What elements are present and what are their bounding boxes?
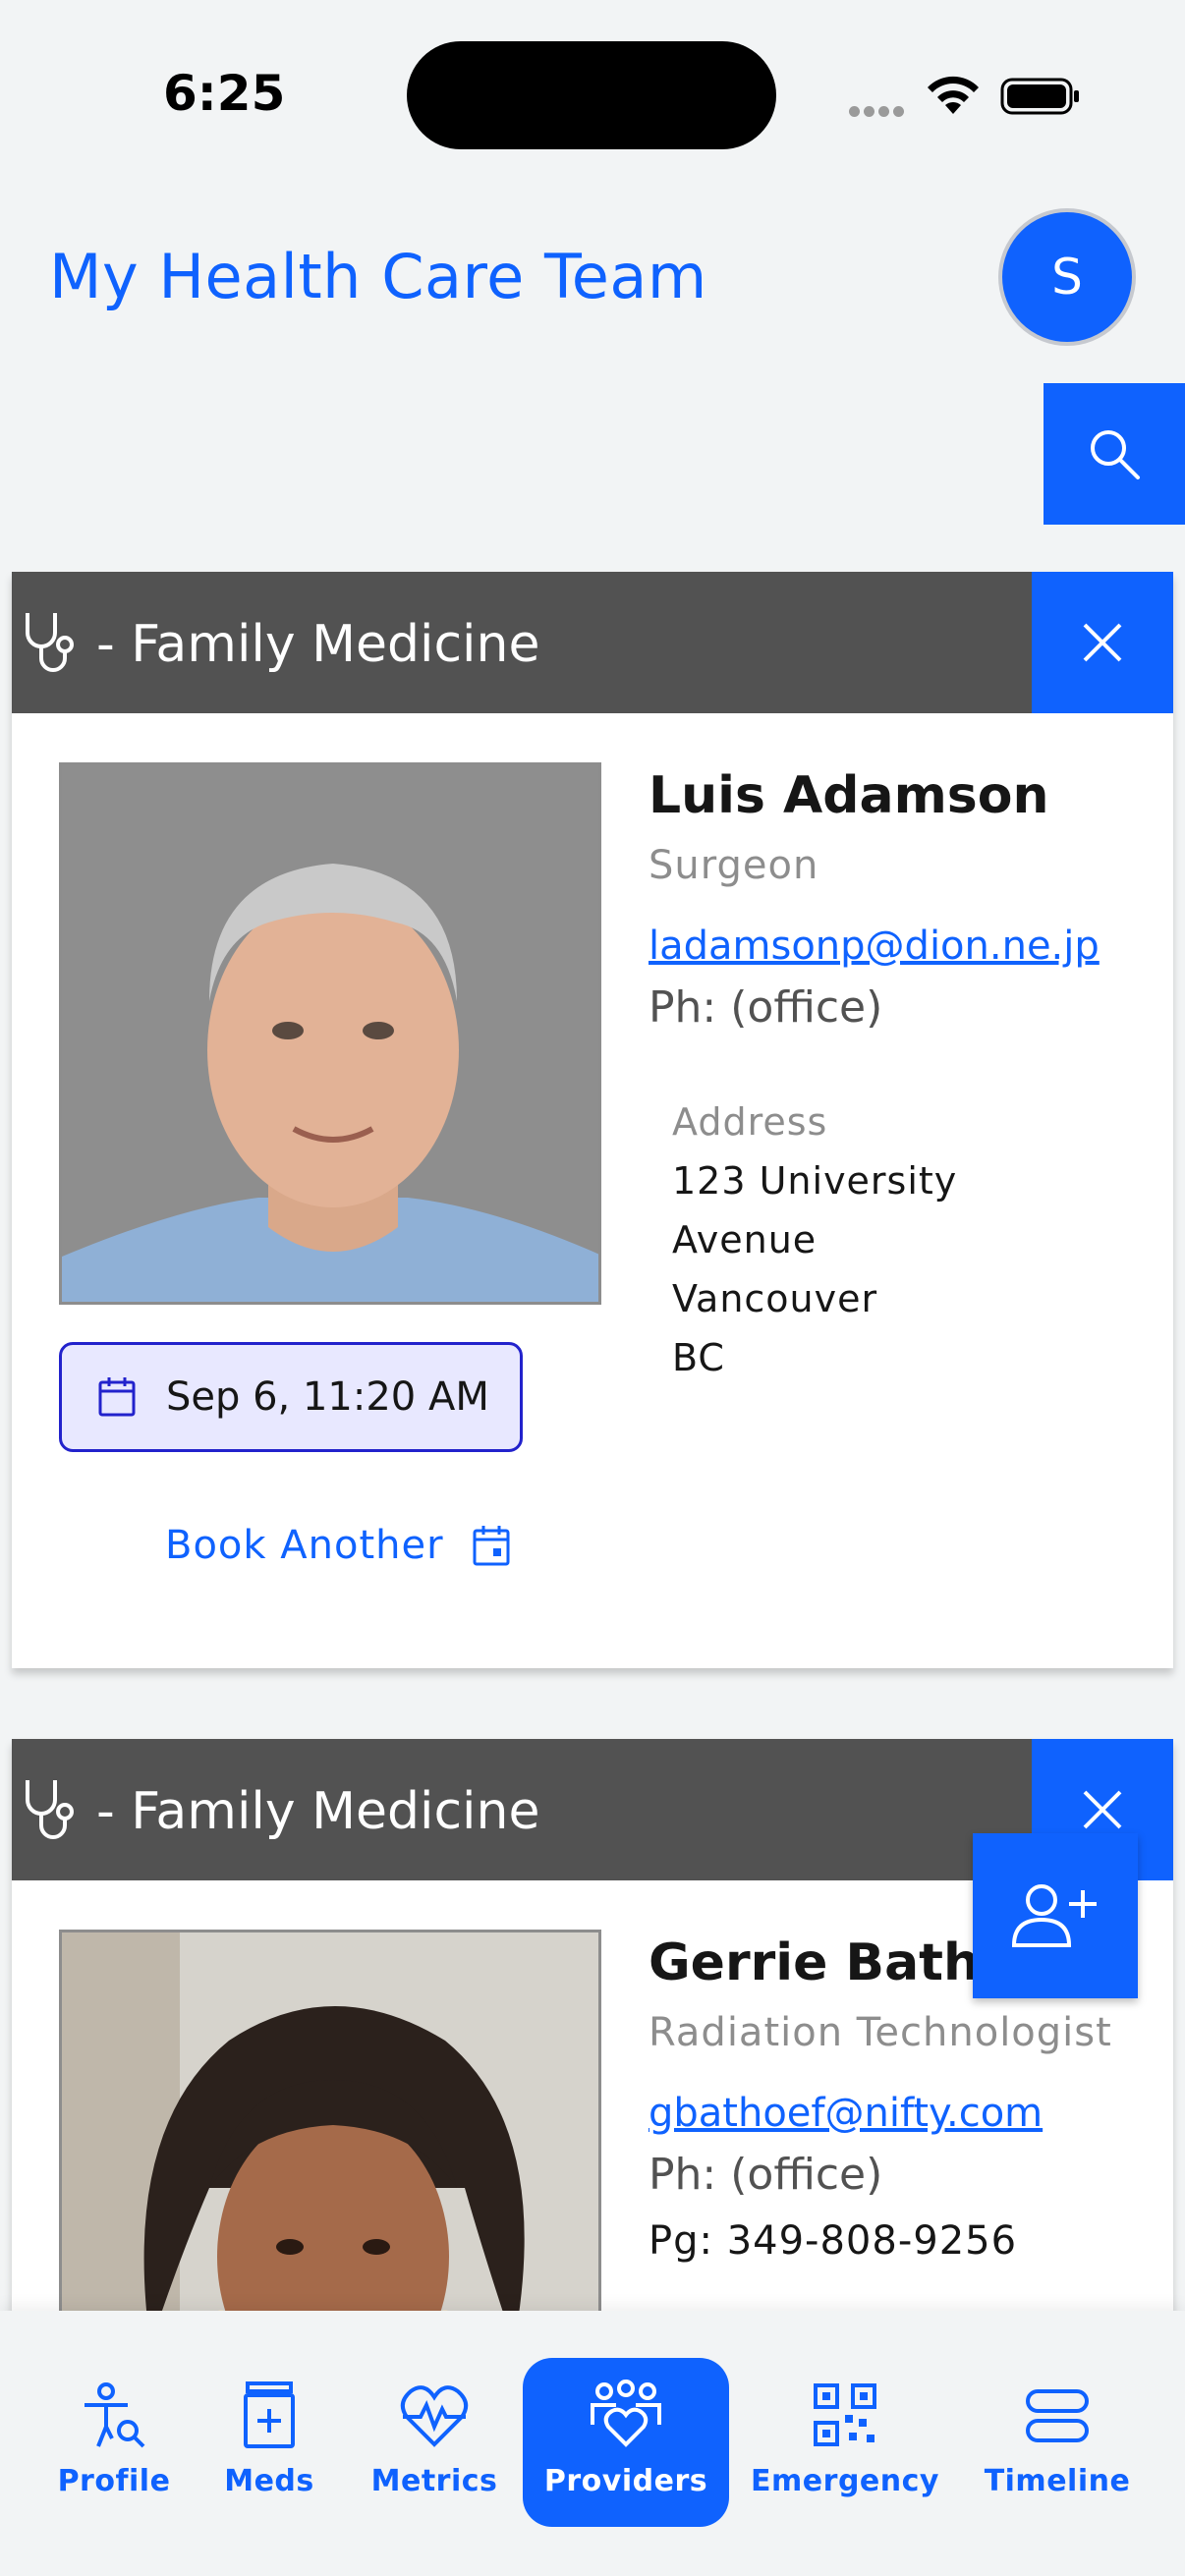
nav-label: Timeline (984, 2464, 1131, 2498)
nav-label: Meds (224, 2464, 314, 2498)
card-header: - Family Medicine (12, 572, 1173, 713)
medication-icon (244, 2381, 295, 2448)
nav-meds[interactable]: Meds (210, 2358, 328, 2527)
provider-role: Surgeon (649, 843, 819, 888)
add-provider-button[interactable] (973, 1833, 1138, 1998)
provider-email-link[interactable]: gbathoef@nifty.com (649, 2091, 1043, 2136)
search-icon (1091, 430, 1140, 479)
provider-photo (59, 762, 601, 1305)
provider-phone: Ph: (office) (649, 2150, 883, 2200)
stethoscope-icon (26, 1780, 74, 1839)
page-title: My Health Care Team (49, 241, 707, 312)
provider-pager: Pg: 349-808-9256 (649, 2218, 1018, 2264)
provider-phone: Ph: (office) (649, 982, 883, 1033)
provider-card: - Family Medicine Luis Adamson Surgeon l… (12, 572, 1173, 1668)
heart-pulse-icon (400, 2385, 469, 2447)
nav-emergency[interactable]: Emergency (751, 2358, 938, 2527)
book-another-label: Book Another (165, 1523, 444, 1568)
address-line: Vancouver (672, 1277, 878, 1320)
nav-metrics[interactable]: Metrics (370, 2358, 498, 2527)
nav-label: Emergency (751, 2464, 939, 2498)
appointment-chip[interactable]: Sep 6, 11:20 AM (59, 1342, 523, 1452)
address-line: BC (672, 1336, 725, 1379)
specialty-label: - Family Medicine (96, 1782, 540, 1841)
cellular-signal-icon (849, 102, 908, 117)
specialty-label: - Family Medicine (96, 615, 540, 674)
bottom-nav: Profile Meds Metrics Providers Emergency… (0, 2311, 1185, 2576)
profile-search-icon (85, 2382, 145, 2448)
search-button[interactable] (1044, 383, 1185, 525)
remove-provider-button[interactable] (1032, 572, 1173, 713)
nav-label: Metrics (370, 2464, 498, 2498)
nav-label: Providers (543, 2464, 708, 2498)
address-label: Address (672, 1100, 828, 1144)
close-icon (1083, 1790, 1122, 1829)
avatar[interactable]: S (998, 208, 1136, 346)
avatar-initial: S (1051, 249, 1083, 306)
appointment-datetime: Sep 6, 11:20 AM (166, 1374, 489, 1420)
timeline-icon (1026, 2389, 1089, 2442)
group-heart-icon (591, 2380, 661, 2447)
provider-name: Luis Adamson (649, 766, 1049, 825)
close-icon (1083, 623, 1122, 662)
add-person-icon (1011, 1884, 1097, 1947)
stethoscope-icon (26, 613, 74, 672)
nav-profile[interactable]: Profile (55, 2358, 173, 2527)
address-line: Avenue (672, 1218, 818, 1261)
status-bar: 6:25 (0, 0, 1185, 187)
battery-icon (1000, 78, 1079, 115)
wifi-icon (928, 76, 979, 114)
dynamic-island (407, 41, 776, 149)
address-line: 123 University (672, 1159, 958, 1203)
nav-label: Profile (57, 2464, 171, 2498)
nav-timeline[interactable]: Timeline (985, 2358, 1130, 2527)
provider-email-link[interactable]: ladamsonp@dion.ne.jp (649, 924, 1100, 969)
calendar-icon (98, 1377, 136, 1417)
provider-role: Radiation Technologist (649, 2010, 1112, 2055)
qr-code-icon (814, 2383, 876, 2446)
nav-providers[interactable]: Providers (523, 2358, 729, 2527)
status-time: 6:25 (163, 65, 286, 122)
book-another-button[interactable]: Book Another (165, 1523, 511, 1568)
calendar-add-icon (473, 1526, 510, 1566)
